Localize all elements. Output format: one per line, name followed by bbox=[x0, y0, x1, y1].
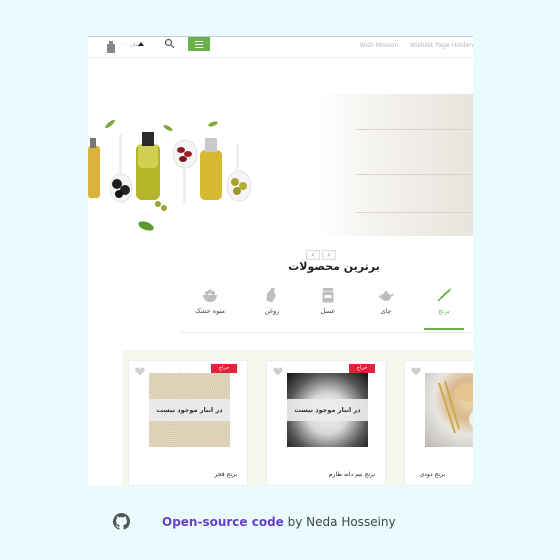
product-image[interactable] bbox=[425, 373, 473, 447]
browser-frame: تومان ۰ ۰ Wish Mission Wishlist Page Hid… bbox=[88, 36, 473, 486]
top-nav: Wish Mission Wishlist Page Hidden bbox=[360, 42, 473, 49]
tab-label: میوه خشک bbox=[195, 307, 225, 315]
product-card[interactable]: حراج در انبار موجود نیست برنج نیم دانه ط… bbox=[266, 360, 386, 486]
product-name[interactable]: برنج دودی bbox=[405, 471, 445, 478]
tab-label: برنج bbox=[438, 307, 450, 315]
source-code-link[interactable]: Open-source code bbox=[162, 515, 284, 529]
tab-label: چای bbox=[380, 307, 392, 315]
product-card[interactable]: حراج در انبار موجود نیست برنج فجر bbox=[128, 360, 248, 486]
out-of-stock-label: در انبار موجود نیست bbox=[149, 399, 230, 421]
tab-oil[interactable]: روغن bbox=[252, 282, 292, 330]
section-title: برترین محصولات bbox=[288, 260, 380, 273]
honey-jar-icon bbox=[322, 288, 334, 303]
next-arrow[interactable]: › bbox=[322, 250, 336, 260]
category-tabs: برنج چای عسل روغن میوه خشک bbox=[180, 282, 473, 334]
nav-item[interactable]: Wish Mission bbox=[360, 42, 399, 49]
tab-label: روغن bbox=[264, 307, 280, 315]
nav-item[interactable]: Wishlist Page Hidden bbox=[410, 42, 473, 49]
oil-bottle-icon bbox=[266, 287, 276, 303]
slider-arrows: ‹ › bbox=[306, 250, 336, 260]
tabs-divider bbox=[180, 332, 473, 333]
product-card[interactable]: برنج دودی bbox=[404, 360, 473, 486]
tab-dried-fruit[interactable]: میوه خشک bbox=[182, 282, 238, 330]
search-icon[interactable] bbox=[164, 38, 175, 49]
heart-icon[interactable] bbox=[411, 367, 421, 376]
tab-rice[interactable]: برنج bbox=[424, 282, 464, 330]
top-bar: تومان ۰ ۰ Wish Mission Wishlist Page Hid… bbox=[88, 36, 473, 58]
hero-banner[interactable] bbox=[88, 94, 473, 236]
prev-arrow[interactable]: ‹ bbox=[306, 250, 320, 260]
dried-fruit-bowl-icon bbox=[203, 289, 217, 302]
credit-line: Open-source code by Neda Hosseiny bbox=[162, 515, 396, 529]
tab-honey[interactable]: عسل bbox=[308, 282, 348, 330]
author-text: by Neda Hosseiny bbox=[283, 515, 396, 529]
product-name[interactable]: برنج فجر bbox=[215, 471, 237, 478]
product-image[interactable]: در انبار موجود نیست bbox=[149, 373, 230, 447]
sale-badge: حراج bbox=[349, 364, 375, 373]
product-photo-detail bbox=[438, 380, 473, 434]
tab-tea[interactable]: چای bbox=[366, 282, 406, 330]
menu-button[interactable] bbox=[188, 37, 210, 51]
github-icon[interactable] bbox=[113, 513, 130, 530]
heart-icon[interactable] bbox=[273, 367, 283, 376]
product-carousel: حراج در انبار موجود نیست برنج فجر حراج د… bbox=[122, 350, 473, 486]
user-icon[interactable] bbox=[106, 41, 116, 53]
hero-food-image bbox=[88, 119, 252, 231]
out-of-stock-label: در انبار موجود نیست bbox=[287, 399, 368, 421]
tab-label: عسل bbox=[320, 307, 336, 315]
teapot-icon bbox=[378, 291, 394, 301]
product-image[interactable]: در انبار موجود نیست bbox=[287, 373, 368, 447]
cart-icon[interactable] bbox=[136, 40, 146, 50]
rice-icon bbox=[437, 288, 452, 302]
product-name[interactable]: برنج نیم دانه طارم bbox=[329, 471, 375, 478]
sale-badge: حراج bbox=[211, 364, 237, 373]
hero-wood-background bbox=[316, 94, 473, 236]
heart-icon[interactable] bbox=[135, 367, 145, 376]
